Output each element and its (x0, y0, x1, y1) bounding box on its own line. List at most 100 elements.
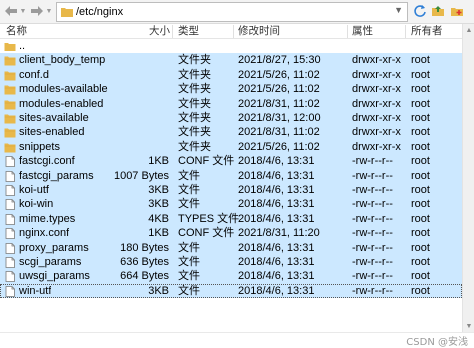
file-attributes: -rw-r--r-- (352, 284, 393, 297)
file-attributes: -rw-r--r-- (352, 270, 393, 283)
file-type: 文件夹 (178, 54, 211, 67)
file-row[interactable]: scgi_params 636 Bytes 文件 2018/4/6, 13:31 -rw… (0, 255, 462, 270)
column-attributes[interactable]: 属性 (352, 25, 373, 38)
file-attributes: drwxr-xr-x (352, 126, 401, 139)
file-icon (5, 257, 15, 268)
file-name: client_body_temp (19, 54, 106, 67)
folder-icon (4, 114, 16, 124)
address-path[interactable]: /etc/nginx (76, 6, 123, 18)
back-history-dropdown-icon[interactable]: ▼ (19, 4, 27, 18)
file-row[interactable]: snippets 文件夹 2021/5/26, 11:02 drwxr-xr-x roo… (0, 139, 462, 155)
file-row[interactable]: nginx.conf 1KB CONF 文件 2021/8/31, 11:20 -rw-… (0, 226, 462, 241)
refresh-icon[interactable] (413, 4, 427, 18)
address-bar[interactable]: /etc/nginx ▼ (56, 2, 408, 22)
file-owner: root (411, 198, 430, 211)
file-modified: 2021/5/26, 11:02 (238, 68, 320, 81)
file-owner: root (411, 83, 430, 96)
parent-folder-icon[interactable] (431, 4, 445, 18)
column-header: 名称 大小 类型 修改时间 属性 所有者 (0, 24, 474, 39)
file-name: proxy_params (19, 241, 89, 254)
file-modified: 2018/4/6, 13:31 (238, 284, 315, 297)
column-divider[interactable] (347, 25, 348, 38)
column-name[interactable]: 名称 (6, 25, 27, 38)
file-icon (5, 185, 15, 196)
file-attributes: -rw-r--r-- (352, 212, 393, 225)
file-name: koi-utf (19, 184, 49, 196)
file-attributes: drwxr-xr-x (352, 54, 401, 67)
file-row[interactable]: fastcgi_params 1007 Bytes 文件 2018/4/6, 13:3… (0, 168, 462, 183)
file-icon (5, 242, 15, 254)
file-name: modules-available (19, 83, 108, 96)
vertical-scrollbar[interactable]: ▲ ▼ (462, 24, 474, 332)
scroll-down-icon[interactable]: ▼ (463, 320, 474, 332)
file-row[interactable]: uwsgi_params 664 Bytes 文件 2018/4/6, 13:31 -r… (0, 269, 462, 284)
file-owner: root (411, 97, 430, 110)
column-modified[interactable]: 修改时间 (238, 25, 280, 38)
file-row[interactable]: sites-available 文件夹 2021/8/31, 12:00 drwxr-… (0, 111, 462, 126)
file-attributes: -rw-r--r-- (352, 169, 393, 182)
file-attributes: drwxr-xr-x (352, 112, 401, 124)
file-name: nginx.conf (19, 227, 70, 240)
file-type: 文件夹 (178, 68, 211, 81)
file-type: TYPES 文件 (178, 212, 240, 225)
file-modified: 2021/8/27, 15:30 (238, 54, 321, 67)
file-icon (5, 271, 15, 283)
file-type: 文件 (178, 284, 200, 297)
forward-history-dropdown-icon[interactable]: ▼ (45, 4, 53, 18)
column-type[interactable]: 类型 (178, 25, 199, 38)
address-dropdown-icon[interactable]: ▼ (394, 5, 403, 15)
column-size[interactable]: 大小 (149, 25, 170, 38)
file-owner: root (411, 184, 430, 196)
file-name: fastcgi.conf (19, 155, 75, 168)
file-size: 1007 Bytes (113, 169, 169, 182)
file-modified: 2018/4/6, 13:31 (238, 212, 315, 225)
file-owner: root (411, 169, 430, 182)
file-row[interactable]: mime.types 4KB TYPES 文件 2018/4/6, 13:31 -rw-… (0, 211, 462, 227)
file-owner: root (411, 212, 430, 225)
file-row[interactable]: modules-available 文件夹 2021/5/26, 11:02 drwx… (0, 82, 462, 97)
scroll-up-icon[interactable]: ▲ (463, 24, 474, 36)
folder-icon (4, 143, 16, 153)
file-name: scgi_params (19, 256, 82, 268)
file-attributes: drwxr-xr-x (352, 83, 401, 96)
file-modified: 2021/8/31, 12:00 (238, 112, 321, 124)
file-size: 4KB (148, 212, 169, 225)
column-divider[interactable] (172, 25, 173, 38)
column-divider[interactable] (233, 25, 234, 38)
file-name: .. (19, 40, 26, 52)
folder-icon (4, 85, 16, 95)
file-row[interactable]: sites-enabled 文件夹 2021/8/31, 11:02 drwxr-xr… (0, 125, 462, 140)
file-size: 3KB (148, 184, 169, 196)
file-row[interactable]: conf.d 文件夹 2021/5/26, 11:02 drwxr-xr-x root (0, 67, 462, 83)
column-divider[interactable] (405, 25, 406, 38)
file-modified: 2018/4/6, 13:31 (238, 169, 315, 182)
file-attributes: -rw-r--r-- (352, 227, 393, 240)
file-icon (5, 170, 15, 182)
file-row[interactable]: fastcgi.conf 1KB CONF 文件 2018/4/6, 13:31 -rw… (0, 154, 462, 169)
file-modified: 2018/4/6, 13:31 (238, 241, 315, 254)
file-row[interactable]: .. (0, 39, 462, 53)
back-arrow-icon[interactable] (3, 3, 19, 19)
file-modified: 2018/4/6, 13:31 (238, 198, 315, 211)
file-row[interactable]: modules-enabled 文件夹 2021/8/31, 11:02 drwxr-… (0, 96, 462, 111)
new-folder-icon[interactable] (450, 4, 464, 18)
forward-arrow-icon[interactable] (29, 3, 45, 19)
file-icon (5, 199, 15, 211)
file-row[interactable]: koi-utf 3KB 文件 2018/4/6, 13:31 -rw-r--r-- roo… (0, 183, 462, 198)
file-type: 文件 (178, 184, 200, 196)
file-attributes: -rw-r--r-- (352, 241, 393, 254)
file-row[interactable]: win-utf 3KB 文件 2018/4/6, 13:31 -rw-r--r-- roo… (0, 283, 462, 299)
file-type: 文件 (178, 270, 200, 283)
file-row[interactable]: koi-win 3KB 文件 2018/4/6, 13:31 -rw-r--r-- roo… (0, 197, 462, 212)
file-row[interactable]: proxy_params 180 Bytes 文件 2018/4/6, 13:31 -r… (0, 240, 462, 255)
file-type: CONF 文件 (178, 227, 235, 240)
file-type: 文件夹 (178, 83, 211, 96)
file-type: 文件 (178, 241, 200, 254)
file-type: 文件 (178, 198, 200, 211)
column-owner[interactable]: 所有者 (411, 25, 443, 38)
file-name: conf.d (19, 68, 49, 81)
file-modified: 2021/8/31, 11:02 (238, 97, 320, 110)
file-owner: root (411, 68, 430, 81)
file-row[interactable]: client_body_temp 文件夹 2021/8/27, 15:30 drwxr… (0, 53, 462, 68)
file-name: mime.types (19, 212, 76, 225)
